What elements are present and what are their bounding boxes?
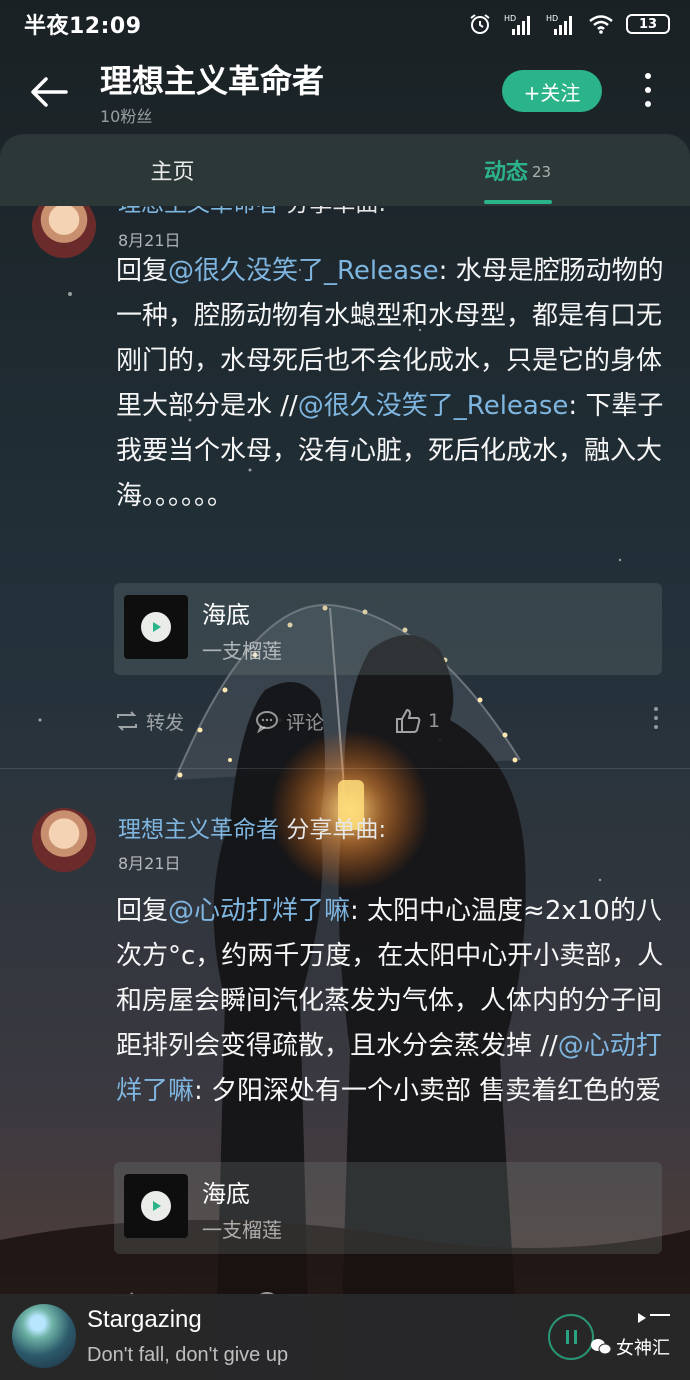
follower-count: 10粉丝	[100, 107, 153, 126]
tab-feed[interactable]: 动态 23	[345, 134, 690, 206]
post-share-text: 分享单曲:	[286, 817, 387, 843]
playlist-icon[interactable]	[636, 1310, 672, 1330]
player-song-title: Stargazing	[87, 1306, 202, 1333]
tab-feed-count: 23	[531, 163, 552, 181]
battery-icon: 13	[626, 14, 670, 34]
profile-tabs: 主页 动态 23	[0, 134, 690, 206]
mention-link[interactable]: @很久没笑了_Release	[298, 391, 569, 421]
player-song-subtitle: Don't fall, don't give up	[87, 1344, 289, 1366]
repost-label: 转发	[146, 711, 185, 734]
repost-icon	[117, 711, 137, 731]
post-text-part: : 夕阳深处有一个小卖部 售卖着红色的爱	[194, 1076, 662, 1106]
tab-feed-label: 动态	[483, 160, 528, 185]
play-icon	[141, 1191, 171, 1221]
post-date: 8月21日	[118, 854, 181, 873]
pause-button[interactable]	[548, 1314, 594, 1360]
post-more-icon[interactable]	[654, 707, 658, 729]
post-header: 理想主义革命者 分享单曲:	[118, 206, 386, 218]
song-cover	[124, 595, 188, 659]
player-cover[interactable]	[12, 1304, 76, 1368]
like-count: 1	[428, 710, 441, 732]
avatar[interactable]	[32, 808, 96, 872]
status-time: 半夜12:09	[24, 14, 142, 39]
alarm-icon	[470, 14, 490, 34]
comment-button[interactable]: 评论	[254, 701, 324, 741]
watermark: 女神汇	[590, 1334, 670, 1360]
mention-link[interactable]: @心动打烊了嘛	[168, 896, 350, 926]
like-button[interactable]: 1	[394, 701, 440, 741]
song-title: 海底	[202, 601, 250, 629]
feed-list[interactable]: 理想主义革命者 分享单曲: 8月21日 回复@很久没笑了_Release: 水母…	[0, 206, 690, 1296]
thumbs-up-icon	[396, 708, 421, 733]
post-share-text: 分享单曲:	[286, 206, 386, 217]
feed-post: 理想主义革命者 分享单曲: 8月21日 回复@很久没笑了_Release: 水母…	[0, 206, 690, 776]
song-artist: 一支榴莲	[202, 639, 282, 663]
follow-button[interactable]: +关注	[502, 70, 602, 112]
tab-active-indicator	[483, 200, 552, 204]
signal-hd-icon-2: HD	[546, 14, 572, 35]
post-author[interactable]: 理想主义革命者	[118, 206, 279, 217]
more-menu-icon[interactable]	[630, 68, 666, 112]
play-icon	[141, 612, 171, 642]
mention-link[interactable]: @很久没笑了_Release	[168, 256, 439, 286]
profile-header: 理想主义革命者 10粉丝 +关注	[0, 48, 690, 138]
song-cover	[124, 1174, 188, 1238]
repost-button[interactable]: 转发	[114, 701, 184, 741]
post-author[interactable]: 理想主义革命者	[118, 817, 279, 843]
battery-level: 13	[638, 16, 658, 32]
wifi-icon	[589, 15, 613, 34]
svg-text:HD: HD	[546, 14, 558, 23]
comment-icon	[256, 711, 278, 733]
post-text-part: 回复	[116, 896, 169, 926]
signal-hd-icon: HD	[504, 14, 530, 35]
wechat-icon	[591, 1339, 612, 1355]
tab-home[interactable]: 主页	[0, 134, 345, 206]
page-title: 理想主义革命者	[100, 62, 325, 100]
post-divider	[0, 768, 690, 769]
avatar[interactable]	[32, 206, 96, 258]
svg-text:HD: HD	[504, 14, 516, 23]
post-text: 回复@很久没笑了_Release: 水母是腔肠动物的一种，腔肠动物有水螅型和水母…	[116, 249, 664, 519]
song-artist: 一支榴莲	[202, 1218, 282, 1242]
post-text: 回复@心动打烊了嘛: 太阳中心温度≈2x10的八次方°c，约两千万度，在太阳中心…	[116, 889, 664, 1114]
post-actions: 转发 评论 1	[114, 701, 670, 741]
song-card[interactable]: 海底 一支榴莲	[114, 1162, 662, 1254]
comment-label: 评论	[286, 711, 325, 734]
tab-home-label: 主页	[150, 160, 195, 185]
status-bar: 半夜12:09 HD HD 13	[0, 0, 690, 48]
post-date: 8月21日	[118, 231, 181, 250]
song-card[interactable]: 海底 一支榴莲	[114, 583, 662, 675]
back-arrow-icon[interactable]	[26, 68, 74, 116]
watermark-text: 女神汇	[616, 1338, 670, 1359]
post-header: 理想主义革命者 分享单曲:	[118, 810, 386, 844]
feed-post: 理想主义革命者 分享单曲: 8月21日 回复@心动打烊了嘛: 太阳中心温度≈2x…	[0, 806, 690, 1296]
song-title: 海底	[202, 1180, 250, 1208]
mini-player[interactable]: Stargazing Don't fall, don't give up 女神汇	[0, 1294, 690, 1380]
status-icons: HD HD 13	[468, 12, 670, 36]
post-text-part: 回复	[116, 256, 169, 286]
